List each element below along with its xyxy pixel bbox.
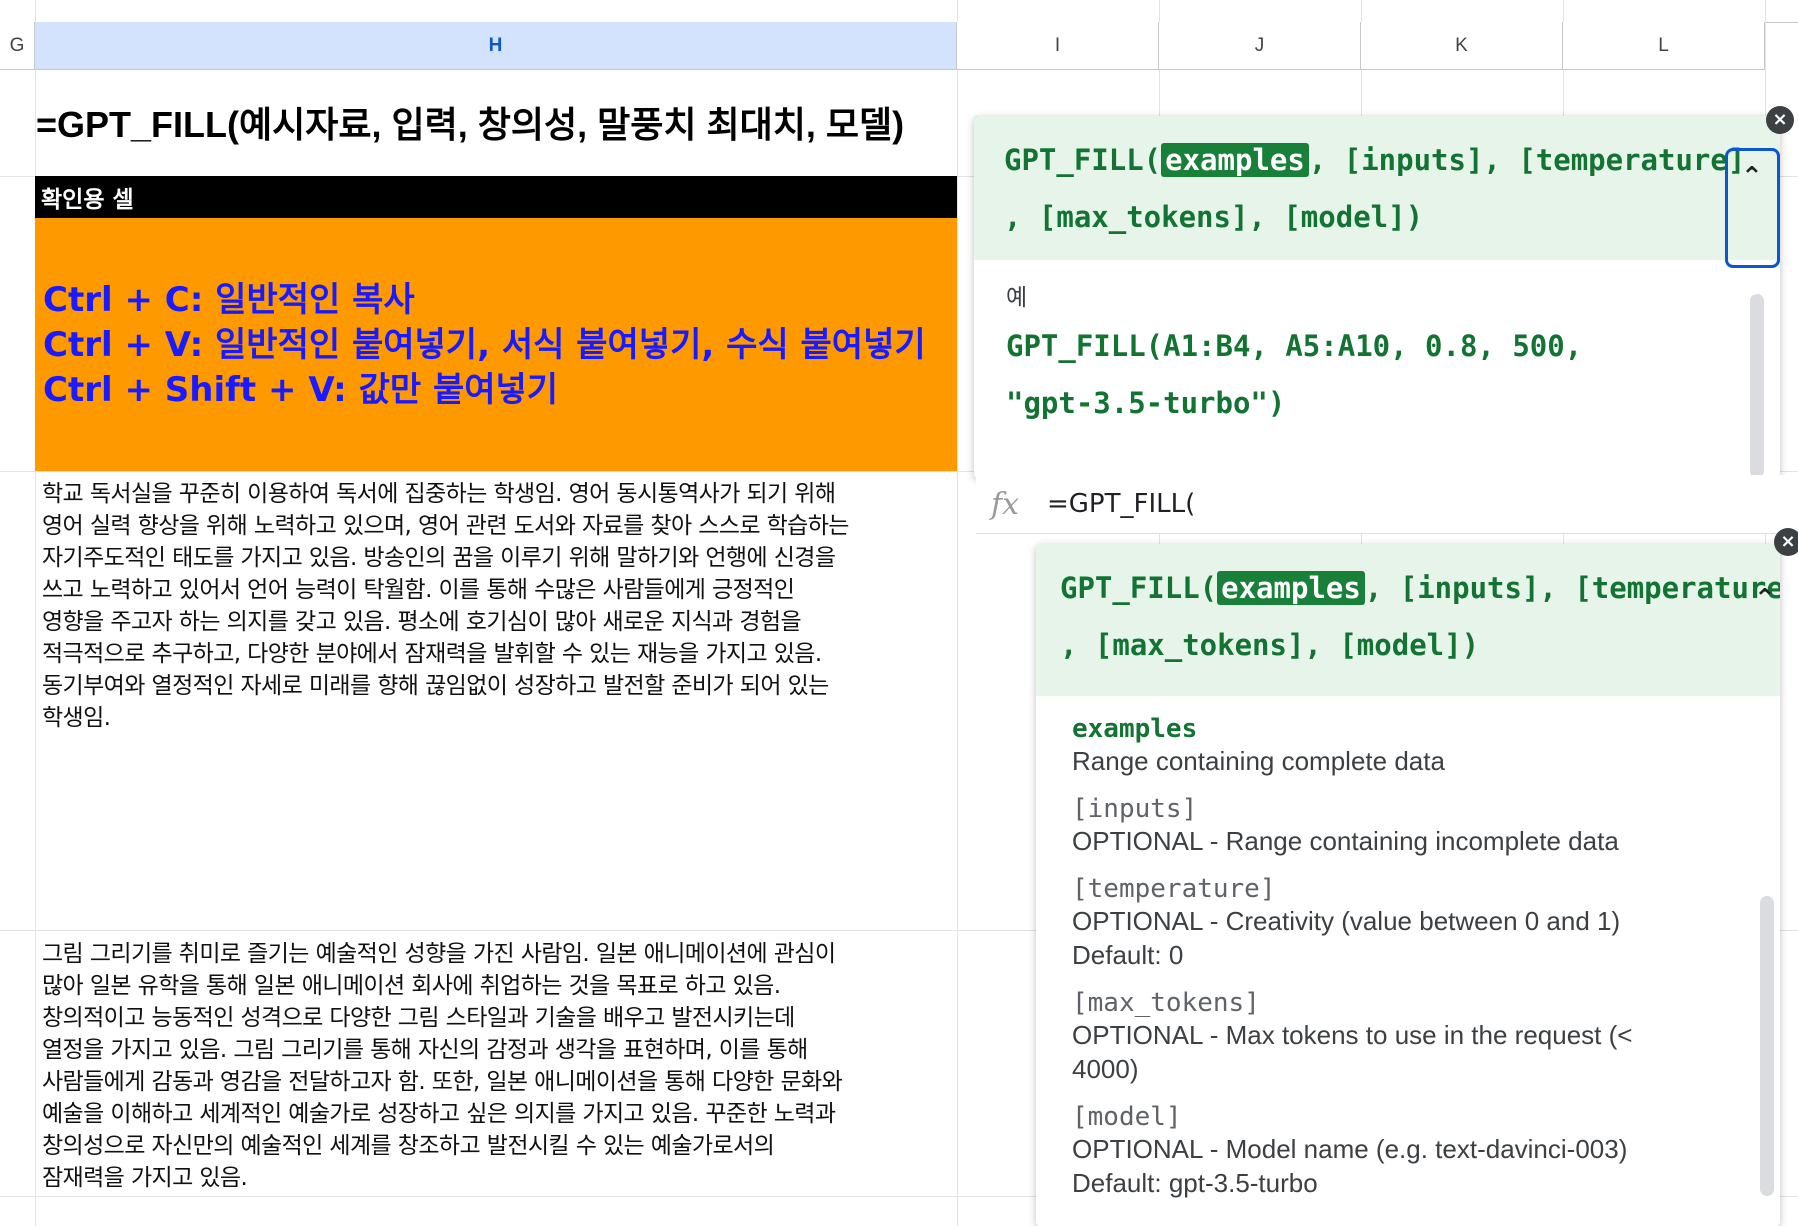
formula-bar-text[interactable]: =GPT_FILL( — [1047, 489, 1195, 519]
param-desc: OPTIONAL - Range containing incomplete d… — [1072, 826, 1619, 856]
function-signature: GPT_FILL(examples, [inputs], [temperatur… — [1036, 544, 1780, 696]
param-name: [model] — [1072, 1102, 1182, 1132]
formula-title-cell[interactable]: =GPT_FILL(예시자료, 입력, 창의성, 말풍치 최대치, 모델) — [36, 96, 956, 156]
param-item: [inputs] OPTIONAL - Range containing inc… — [1072, 794, 1662, 858]
param-name: [temperature] — [1072, 874, 1276, 904]
chevron-up-icon[interactable]: ⌃ — [1741, 162, 1763, 192]
shortcut-cell[interactable]: Ctrl + C: 일반적인 복사 Ctrl + V: 일반적인 붙여넣기, 서… — [35, 218, 957, 471]
param-name: [inputs] — [1072, 794, 1198, 824]
top-strip — [0, 0, 1798, 23]
param-name: [max_tokens] — [1072, 988, 1260, 1018]
grid-line — [957, 0, 958, 1226]
sig-prefix: GPT_FILL( — [1004, 143, 1162, 177]
param-item: [temperature] OPTIONAL - Creativity (val… — [1072, 874, 1662, 972]
text-line: 사람들에게 감동과 영감을 전달하고자 함. 또한, 일본 애니메이션을 통해 … — [42, 1069, 843, 1095]
text-line: 쓰고 노력하고 있어서 언어 능력이 탁월함. 이를 통해 수많은 사람들에게 … — [42, 577, 795, 603]
text-line: 예술을 이해하고 세계적인 예술가로 성장하고 싶은 의지를 가지고 있음. 꾸… — [42, 1101, 836, 1127]
sig-rest: , [max_tokens], [model]) — [1060, 628, 1480, 662]
text-line: 창의성으로 자신만의 예술적인 세계를 창조하고 발전시킬 수 있는 예술가로서… — [42, 1133, 775, 1159]
text-line: 적극적으로 추구하고, 다양한 분야에서 잠재력을 발휘할 수 있는 재능을 가… — [42, 641, 822, 667]
parameter-list: examples Range containing complete data … — [1036, 696, 1690, 1200]
text-line: 잠재력을 가지고 있음. — [42, 1165, 248, 1191]
student-description-cell-1[interactable]: 학교 독서실을 꾸준히 이용하여 독서에 집중하는 학생임. 영어 동시통역사가… — [36, 474, 956, 929]
student-description-cell-2[interactable]: 그림 그리기를 취미로 즐기는 예술적인 성향을 가진 사람임. 일본 애니메이… — [36, 934, 956, 1196]
param-item: [model] OPTIONAL - Model name (e.g. text… — [1072, 1102, 1662, 1200]
param-desc: OPTIONAL - Creativity (value between 0 a… — [1072, 906, 1621, 970]
close-icon[interactable]: × — [1766, 106, 1794, 134]
param-item: examples Range containing complete data — [1072, 714, 1662, 778]
example-code-line: "gpt-3.5-turbo") — [1006, 386, 1286, 420]
text-line: 창의적이고 능동적인 성격으로 다양한 그림 스타일과 기술을 배우고 발전시키… — [42, 1005, 795, 1031]
param-desc: Range containing complete data — [1072, 746, 1445, 776]
function-signature: GPT_FILL(examples, [inputs], [temperatur… — [974, 116, 1780, 260]
param-desc: OPTIONAL - Model name (e.g. text-davinci… — [1072, 1134, 1628, 1198]
column-header-h[interactable]: H — [35, 22, 957, 70]
text-line: 그림 그리기를 취미로 즐기는 예술적인 성향을 가진 사람임. 일본 애니메이… — [42, 941, 836, 967]
text-line: 열정을 가지고 있음. 그림 그리기를 통해 자신의 감정과 생각을 표현하며,… — [42, 1037, 808, 1063]
check-cell[interactable]: 확인용 셀 — [35, 176, 957, 218]
column-header-j[interactable]: J — [1159, 22, 1361, 70]
text-line: 영어 실력 향상을 위해 노력하고 있으며, 영어 관련 도서와 자료를 찾아 … — [42, 513, 849, 539]
sig-rest: , [max_tokens], [model]) — [1004, 200, 1424, 234]
text-line: 자기주도적인 태도를 가지고 있음. 방송인의 꿈을 이루기 위해 말하기와 언… — [42, 545, 836, 571]
function-example-popup: GPT_FILL(examples, [inputs], [temperatur… — [974, 116, 1780, 478]
shortcut-line: Ctrl + Shift + V: 값만 붙여넣기 — [43, 370, 559, 410]
example-code-line: GPT_FILL(A1:B4, A5:A10, 0.8, 500, — [1006, 329, 1583, 363]
sig-prefix: GPT_FILL( — [1060, 571, 1218, 605]
param-desc: OPTIONAL - Max tokens to use in the requ… — [1072, 1020, 1633, 1084]
scrollbar-thumb[interactable] — [1760, 896, 1774, 1196]
column-header-i[interactable]: I — [957, 22, 1159, 70]
sig-highlight: examples — [1161, 143, 1309, 177]
text-line: 영향을 주고자 하는 의지를 갖고 있음. 평소에 호기심이 많아 새로운 지식… — [42, 609, 802, 635]
close-icon[interactable]: × — [1774, 528, 1798, 556]
text-line: 동기부여와 열정적인 자세로 미래를 향해 끊임없이 성장하고 발전할 준비가 … — [42, 673, 829, 699]
function-help-popup: GPT_FILL(examples, [inputs], [temperatur… — [1036, 544, 1780, 1226]
shortcut-line: Ctrl + V: 일반적인 붙여넣기, 서식 붙여넣기, 수식 붙여넣기 — [43, 325, 926, 365]
column-header-l[interactable]: L — [1563, 22, 1765, 70]
shortcut-line: Ctrl + C: 일반적인 복사 — [43, 280, 415, 320]
column-header-k[interactable]: K — [1361, 22, 1563, 70]
scrollbar-thumb[interactable] — [1750, 294, 1764, 478]
text-line: 학생임. — [42, 705, 111, 731]
chevron-up-icon[interactable]: ⌃ — [1754, 584, 1776, 614]
param-name: examples — [1072, 714, 1198, 744]
text-line: 학교 독서실을 꾸준히 이용하여 독서에 집중하는 학생임. 영어 동시통역사가… — [42, 481, 836, 507]
example-label: 예 — [1006, 285, 1028, 311]
example-section: 예 GPT_FILL(A1:B4, A5:A10, 0.8, 500, "gpt… — [974, 260, 1780, 450]
sig-rest: , [inputs], [temperature] — [1364, 571, 1780, 605]
text-line: 많아 일본 유학을 통해 일본 애니메이션 회사에 취업하는 것을 목표로 하고… — [42, 973, 781, 999]
fx-icon: fx — [991, 486, 1020, 522]
column-header-g[interactable]: G — [0, 22, 35, 70]
sig-rest: , [inputs], [temperature] — [1308, 143, 1746, 177]
check-cell-label: 확인용 셀 — [41, 187, 134, 213]
formula-bar[interactable]: fx =GPT_FILL( — [976, 475, 1794, 534]
sig-highlight: examples — [1217, 571, 1365, 605]
param-item: [max_tokens] OPTIONAL - Max tokens to us… — [1072, 988, 1662, 1086]
